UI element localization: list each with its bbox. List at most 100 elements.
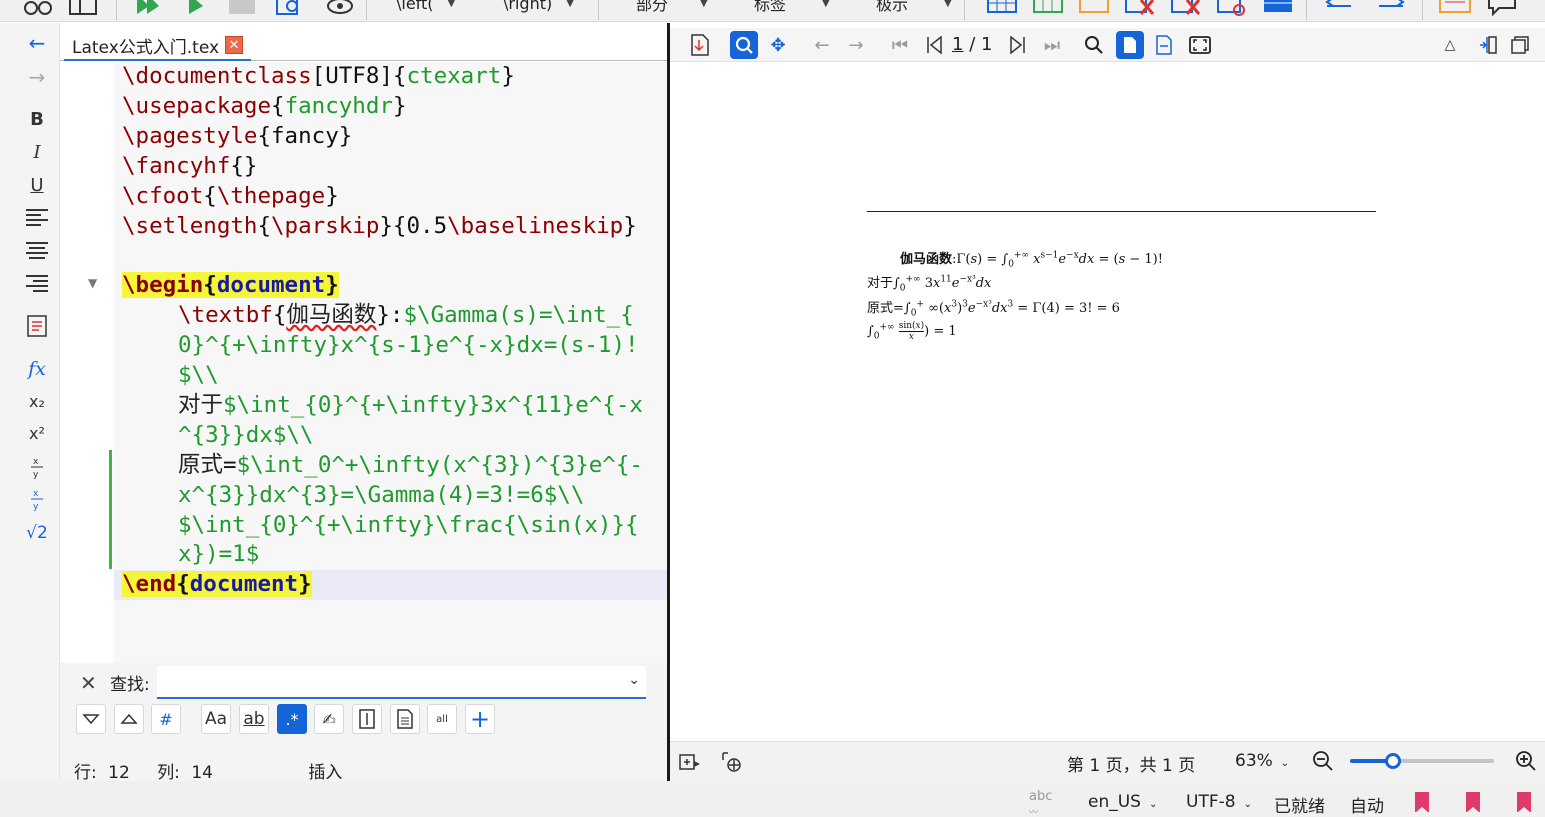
sync-cursor-icon[interactable] (676, 748, 704, 776)
sqrt-button[interactable]: √2 (20, 519, 54, 547)
align-left-icon[interactable] (20, 203, 54, 231)
chevron-down-icon: ▼ (822, 0, 830, 9)
auto-mode[interactable]: 自动 (1350, 792, 1384, 817)
label-dropdown[interactable]: 标签 ▼ (754, 0, 830, 16)
comment-icon[interactable] (1486, 0, 1518, 18)
math-function-icon[interactable]: fx (20, 355, 54, 383)
stop-icon[interactable] (226, 0, 258, 18)
hash-icon[interactable]: # (151, 704, 181, 734)
compile-icon[interactable] (180, 0, 212, 18)
zoom-level-dropdown[interactable]: 63% ⌄ (1235, 751, 1289, 771)
language-dropdown[interactable]: en_US ⌄ (1088, 792, 1157, 812)
fold-arrow-icon[interactable]: ▼ (88, 276, 97, 290)
display-fraction-icon[interactable]: xy (20, 485, 54, 513)
fraction-icon[interactable]: xy (20, 453, 54, 481)
zoom-slider[interactable] (1350, 753, 1494, 769)
unindent-icon[interactable] (1322, 0, 1354, 18)
code-line: x})=1$ (114, 540, 667, 570)
scroll-sync-icon[interactable] (718, 748, 746, 776)
close-icon[interactable]: ✕ (225, 36, 244, 54)
table-icon[interactable] (986, 0, 1018, 18)
window-restore-icon[interactable] (1506, 31, 1534, 59)
table-merge-icon[interactable] (1216, 0, 1248, 18)
search-field[interactable]: ⌄ (157, 666, 646, 699)
last-page-icon[interactable]: ⏭ (1038, 31, 1066, 59)
fit-width-icon[interactable] (1150, 31, 1178, 59)
back-arrow-icon[interactable]: ← (808, 31, 836, 59)
first-page-icon[interactable]: ⏮ (886, 31, 914, 59)
superscript-button[interactable]: x² (20, 419, 54, 447)
highlight-icon[interactable]: ✍ (314, 704, 344, 734)
find-next-button[interactable] (76, 704, 106, 734)
all-files-dropdown[interactable]: all (427, 704, 457, 734)
next-page-icon[interactable] (1004, 31, 1032, 59)
match-case-button[interactable]: Aa (201, 704, 231, 734)
embed-toggle-icon[interactable] (1474, 31, 1502, 59)
align-right-icon[interactable] (20, 269, 54, 297)
structure-icon[interactable] (66, 0, 100, 18)
fullscreen-icon[interactable] (1186, 31, 1214, 59)
pdf-status-bar: 第 1 页，共 1 页 63% ⌄ (670, 741, 1545, 781)
table-add-col-icon[interactable] (1078, 0, 1110, 18)
build-view-icon[interactable] (132, 0, 164, 18)
bookmark-icon[interactable] (1466, 792, 1480, 813)
chevron-down-icon[interactable]: ⌄ (628, 672, 640, 688)
back-arrow-icon[interactable]: ← (20, 29, 54, 57)
section-dropdown[interactable]: 部分 ▼ (636, 0, 708, 16)
document-scope-icon[interactable] (390, 704, 420, 734)
forward-arrow-icon[interactable]: → (20, 63, 54, 91)
zoom-out-icon[interactable] (1309, 747, 1337, 775)
zoom-slider-thumb[interactable] (1385, 753, 1402, 769)
right-delimiter-dropdown[interactable]: \right) ▼ (503, 0, 574, 16)
code-line: 原式=$\int_0^+\infty(x^{3})^{3}e^{- (114, 451, 667, 481)
result-label: 原式= (867, 301, 904, 316)
bookmark-icon[interactable] (1517, 792, 1531, 813)
pan-mode-icon[interactable]: ✥ (764, 31, 792, 59)
preview-eye-icon[interactable] (324, 0, 356, 18)
bold-button[interactable]: B (20, 105, 54, 133)
search-input[interactable] (157, 666, 617, 696)
insert-text-icon[interactable] (1438, 0, 1472, 18)
code-token: { (203, 182, 217, 209)
forward-arrow-icon[interactable]: → (842, 31, 870, 59)
find-previous-button[interactable] (114, 704, 144, 734)
underline-button[interactable]: U (20, 171, 54, 199)
align-center-icon[interactable] (20, 236, 54, 264)
tab-latex-file[interactable]: Latex公式入门.tex ✕ (64, 31, 252, 61)
display-dropdown[interactable]: 极示 ▼ (876, 0, 952, 16)
encoding-dropdown[interactable]: UTF-8 ⌄ (1186, 792, 1252, 812)
current-page-input[interactable]: 1 (952, 34, 963, 55)
table-delete-row-icon[interactable] (1124, 0, 1156, 18)
previous-page-icon[interactable] (920, 31, 948, 59)
change-marker (109, 450, 112, 569)
sync-source-icon[interactable] (686, 31, 714, 59)
table-add-row-icon[interactable] (1032, 0, 1064, 18)
subscript-button[interactable]: x₂ (20, 387, 54, 415)
code-editor[interactable]: \documentclass[UTF8]{ctexart} \usepackag… (114, 62, 667, 663)
table-format-icon[interactable] (1262, 0, 1294, 18)
collapse-up-icon[interactable]: △ (1436, 31, 1464, 59)
table-delete-col-icon[interactable] (1170, 0, 1202, 18)
code-token: \pagestyle (122, 122, 258, 149)
spell-check-icon[interactable] (22, 0, 54, 18)
regex-button[interactable]: .* (277, 704, 307, 734)
zoom-in-icon[interactable] (1512, 747, 1540, 775)
selection-only-icon[interactable] (352, 704, 382, 734)
toolbar-separator (1306, 0, 1307, 20)
new-line-icon[interactable] (20, 312, 54, 340)
bookmark-icon[interactable] (1415, 792, 1429, 813)
left-delimiter-dropdown[interactable]: \left(▼ (396, 0, 455, 16)
code-token: } (325, 182, 339, 209)
indent-icon[interactable] (1376, 0, 1408, 18)
add-icon[interactable]: + (465, 704, 495, 734)
whole-word-button[interactable]: ab (239, 704, 269, 734)
magnifier-mode-icon[interactable] (730, 31, 758, 59)
view-pdf-icon[interactable] (274, 0, 306, 18)
search-panel: ✕ 查找: ⌄ # Aa ab .* ✍ all + 行: 12 列: 14 插… (60, 663, 667, 783)
code-line: \cfoot{\thepage} (114, 182, 667, 212)
fit-page-icon[interactable] (1116, 31, 1144, 59)
italic-button[interactable]: I (20, 138, 54, 166)
spell-check-icon[interactable]: abc 〰 (1029, 789, 1052, 817)
close-icon[interactable]: ✕ (80, 671, 97, 695)
search-icon[interactable] (1080, 31, 1108, 59)
